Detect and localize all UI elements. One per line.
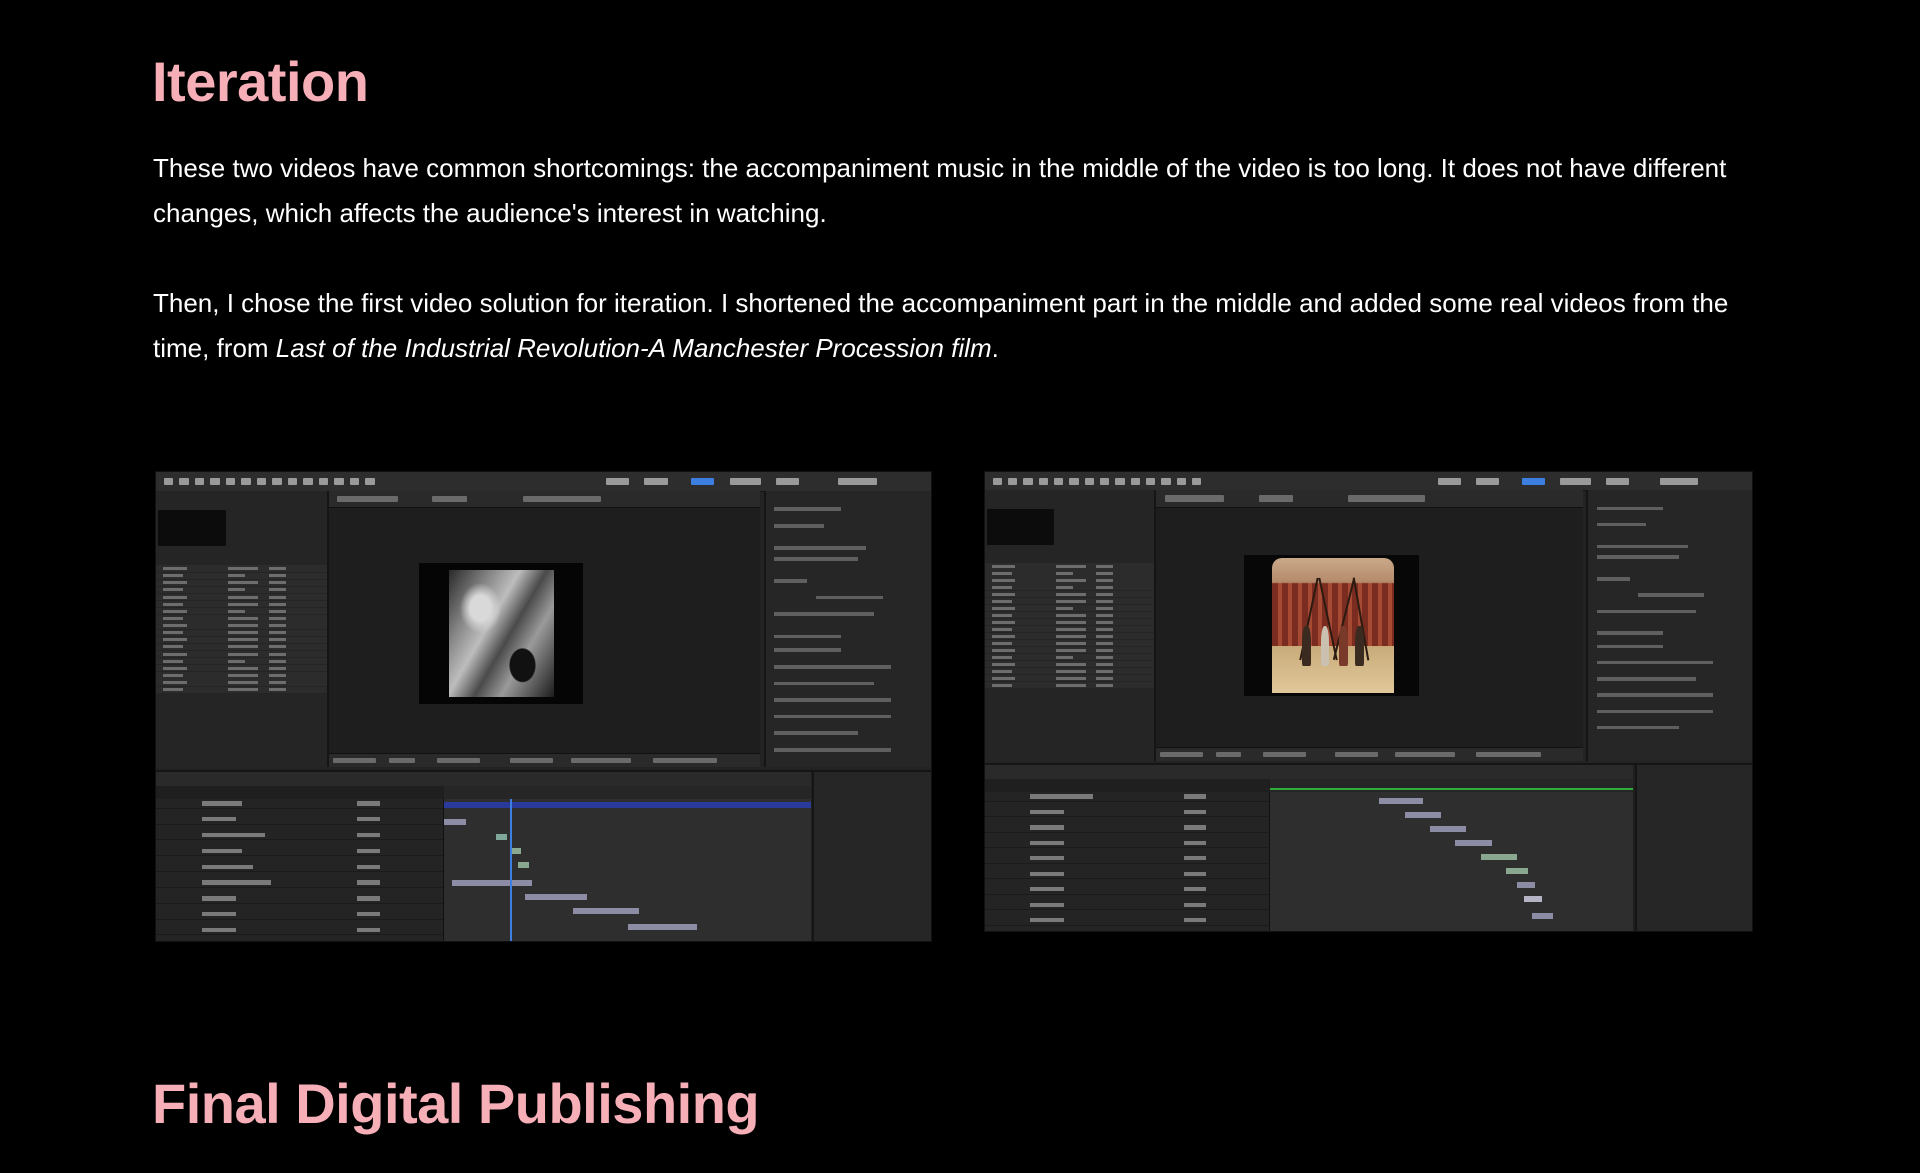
paragraph-iteration-solution: Then, I chose the first video solution f… — [153, 281, 1753, 371]
timeline-panel — [156, 769, 931, 941]
toolbar — [156, 472, 931, 492]
section-heading-iteration: Iteration — [152, 50, 369, 113]
project-panel — [156, 490, 329, 768]
toolbar — [985, 472, 1752, 492]
video-frame-color-swings — [1243, 555, 1419, 697]
film-title: Last of the Industrial Revolution-A Manc… — [275, 333, 992, 363]
project-panel — [985, 490, 1156, 762]
video-frame-black-and-white — [419, 562, 584, 704]
after-effects-screenshot-1 — [155, 471, 932, 942]
timeline-panel — [985, 763, 1752, 931]
section-heading-final-digital-publishing: Final Digital Publishing — [152, 1072, 760, 1135]
properties-panel — [763, 490, 931, 768]
composition-viewer — [1156, 490, 1584, 762]
composition-viewer — [328, 490, 761, 768]
properties-panel — [1586, 490, 1752, 762]
paragraph-shortcomings: These two videos have common shortcoming… — [153, 153, 1727, 228]
after-effects-screenshot-2 — [984, 471, 1753, 932]
paragraph-end-text: . — [991, 333, 999, 363]
